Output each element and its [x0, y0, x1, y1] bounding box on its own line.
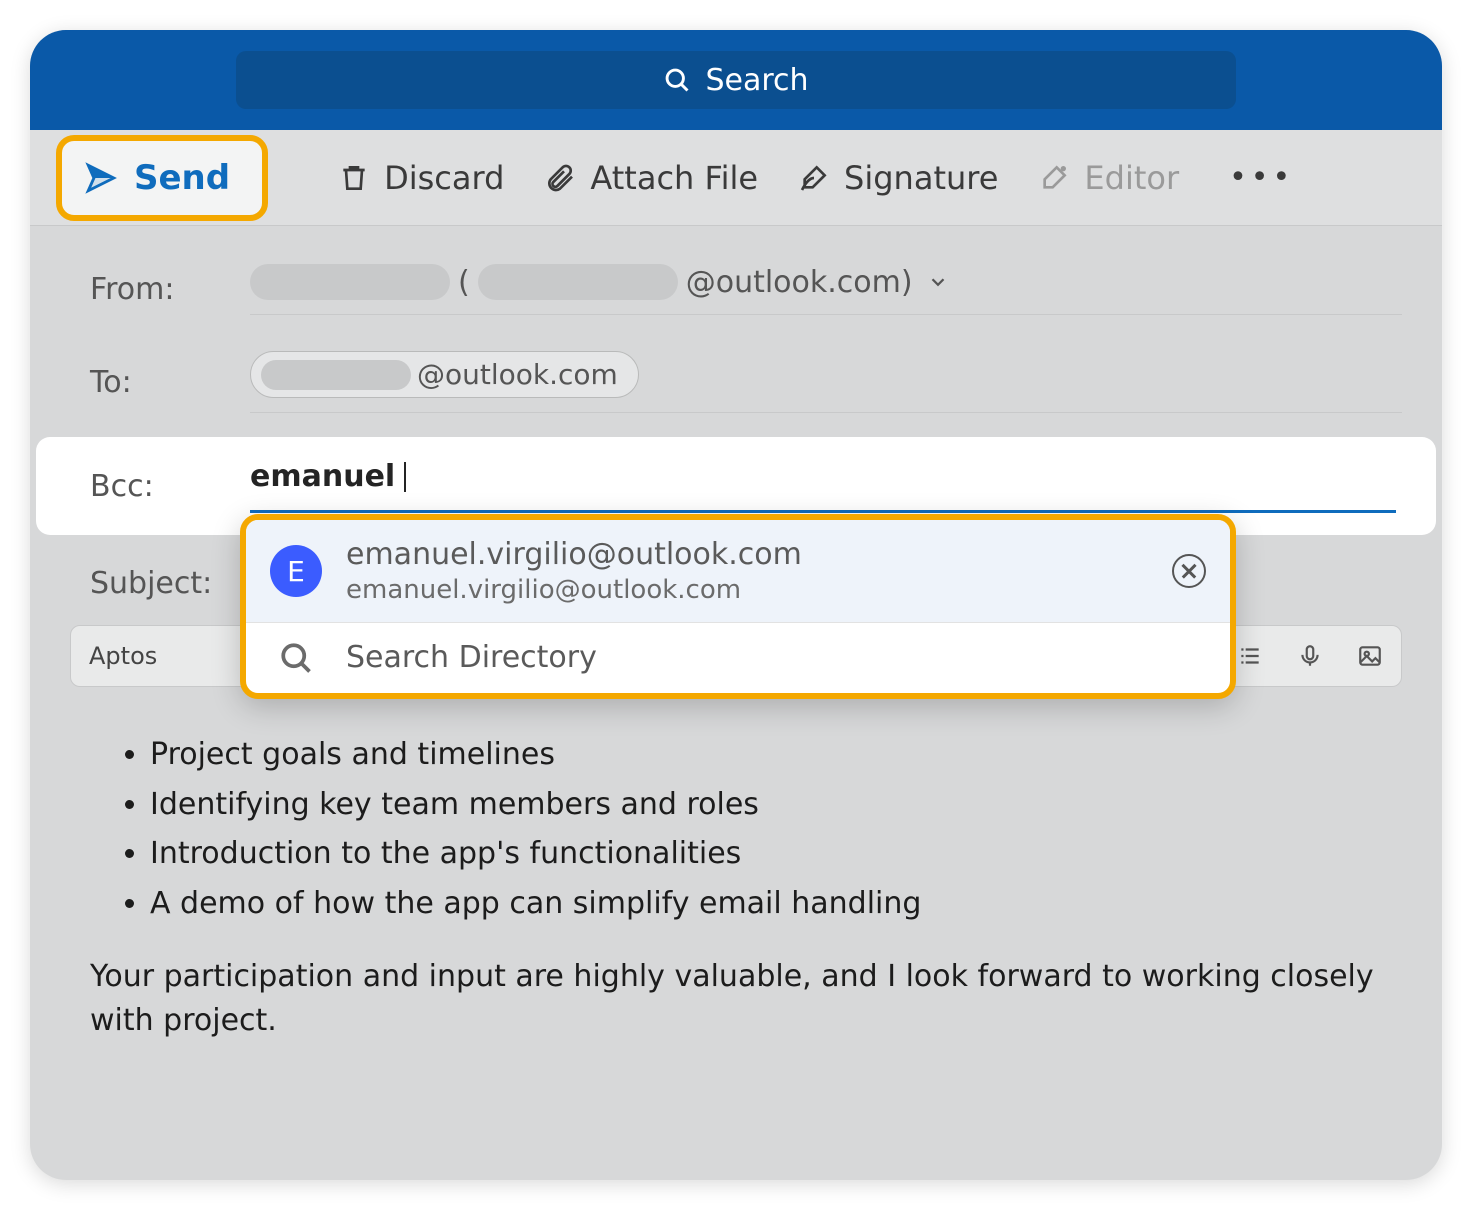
- signature-button[interactable]: Signature: [798, 159, 998, 197]
- remove-suggestion-button[interactable]: [1172, 554, 1206, 588]
- global-search[interactable]: Search: [236, 51, 1236, 109]
- list-item: Introduction to the app's functionalitie…: [150, 832, 1382, 876]
- editor-label: Editor: [1084, 159, 1179, 197]
- body-paragraph: Your participation and input are highly …: [90, 955, 1382, 1042]
- signature-icon: [798, 162, 830, 194]
- search-icon: [278, 640, 314, 676]
- list-item: Identifying key team members and roles: [150, 783, 1382, 827]
- from-value[interactable]: ( @outlook.com): [250, 264, 1402, 315]
- more-actions-button[interactable]: •••: [1219, 160, 1304, 195]
- redacted-email-local: [478, 264, 678, 300]
- discard-label: Discard: [384, 159, 504, 197]
- trash-icon: [338, 162, 370, 194]
- compose-window: Search Send Discard Attach File Signatur…: [30, 30, 1442, 1180]
- to-label: To:: [90, 365, 250, 400]
- bcc-label: Bcc:: [90, 469, 250, 504]
- send-button[interactable]: Send: [56, 135, 268, 221]
- compose-toolbar: Send Discard Attach File Signature Edito…: [30, 130, 1442, 226]
- body-bullet-list: Project goals and timelines Identifying …: [150, 733, 1382, 925]
- list-item: A demo of how the app can simplify email…: [150, 882, 1382, 926]
- from-label: From:: [90, 272, 250, 307]
- recipient-domain: @outlook.com: [417, 358, 618, 391]
- discard-button[interactable]: Discard: [338, 159, 504, 197]
- recipient-chip[interactable]: @outlook.com: [250, 351, 639, 398]
- chevron-down-icon[interactable]: [927, 271, 949, 293]
- subject-label: Subject:: [90, 566, 250, 601]
- send-icon: [84, 161, 118, 195]
- titlebar: Search: [30, 30, 1442, 130]
- search-icon: [663, 66, 691, 94]
- bcc-autocomplete-dropdown: E emanuel.virgilio@outlook.com emanuel.v…: [240, 514, 1236, 699]
- suggestion-name: emanuel.virgilio@outlook.com: [346, 536, 1148, 574]
- autocomplete-suggestion[interactable]: E emanuel.virgilio@outlook.com emanuel.v…: [246, 520, 1230, 622]
- send-label: Send: [134, 158, 230, 198]
- to-row: To: @outlook.com: [30, 333, 1442, 431]
- attach-file-button[interactable]: Attach File: [544, 159, 758, 197]
- image-icon[interactable]: [1357, 643, 1383, 669]
- from-domain: @outlook.com): [686, 265, 913, 300]
- signature-label: Signature: [844, 159, 998, 197]
- font-selector[interactable]: Aptos: [89, 642, 157, 670]
- editor-icon: [1038, 162, 1070, 194]
- paperclip-icon: [544, 162, 576, 194]
- search-directory-label: Search Directory: [346, 639, 1206, 677]
- microphone-icon[interactable]: [1297, 643, 1323, 669]
- avatar: E: [270, 545, 322, 597]
- redacted-name: [250, 264, 450, 300]
- redacted-recipient: [261, 360, 411, 390]
- text-caret: [404, 462, 406, 492]
- editor-button[interactable]: Editor: [1038, 159, 1179, 197]
- message-body[interactable]: Project goals and timelines Identifying …: [30, 687, 1442, 1112]
- suggestion-email: emanuel.virgilio@outlook.com: [346, 574, 1148, 607]
- list-item: Project goals and timelines: [150, 733, 1382, 777]
- search-placeholder: Search: [705, 63, 808, 98]
- bcc-input[interactable]: emanuel: [250, 459, 1396, 513]
- bcc-typed-value: emanuel: [250, 459, 395, 494]
- to-field[interactable]: @outlook.com: [250, 351, 1402, 413]
- search-directory-option[interactable]: Search Directory: [246, 623, 1230, 693]
- list-icon[interactable]: [1237, 643, 1263, 669]
- attach-label: Attach File: [590, 159, 758, 197]
- from-row: From: ( @outlook.com): [30, 246, 1442, 333]
